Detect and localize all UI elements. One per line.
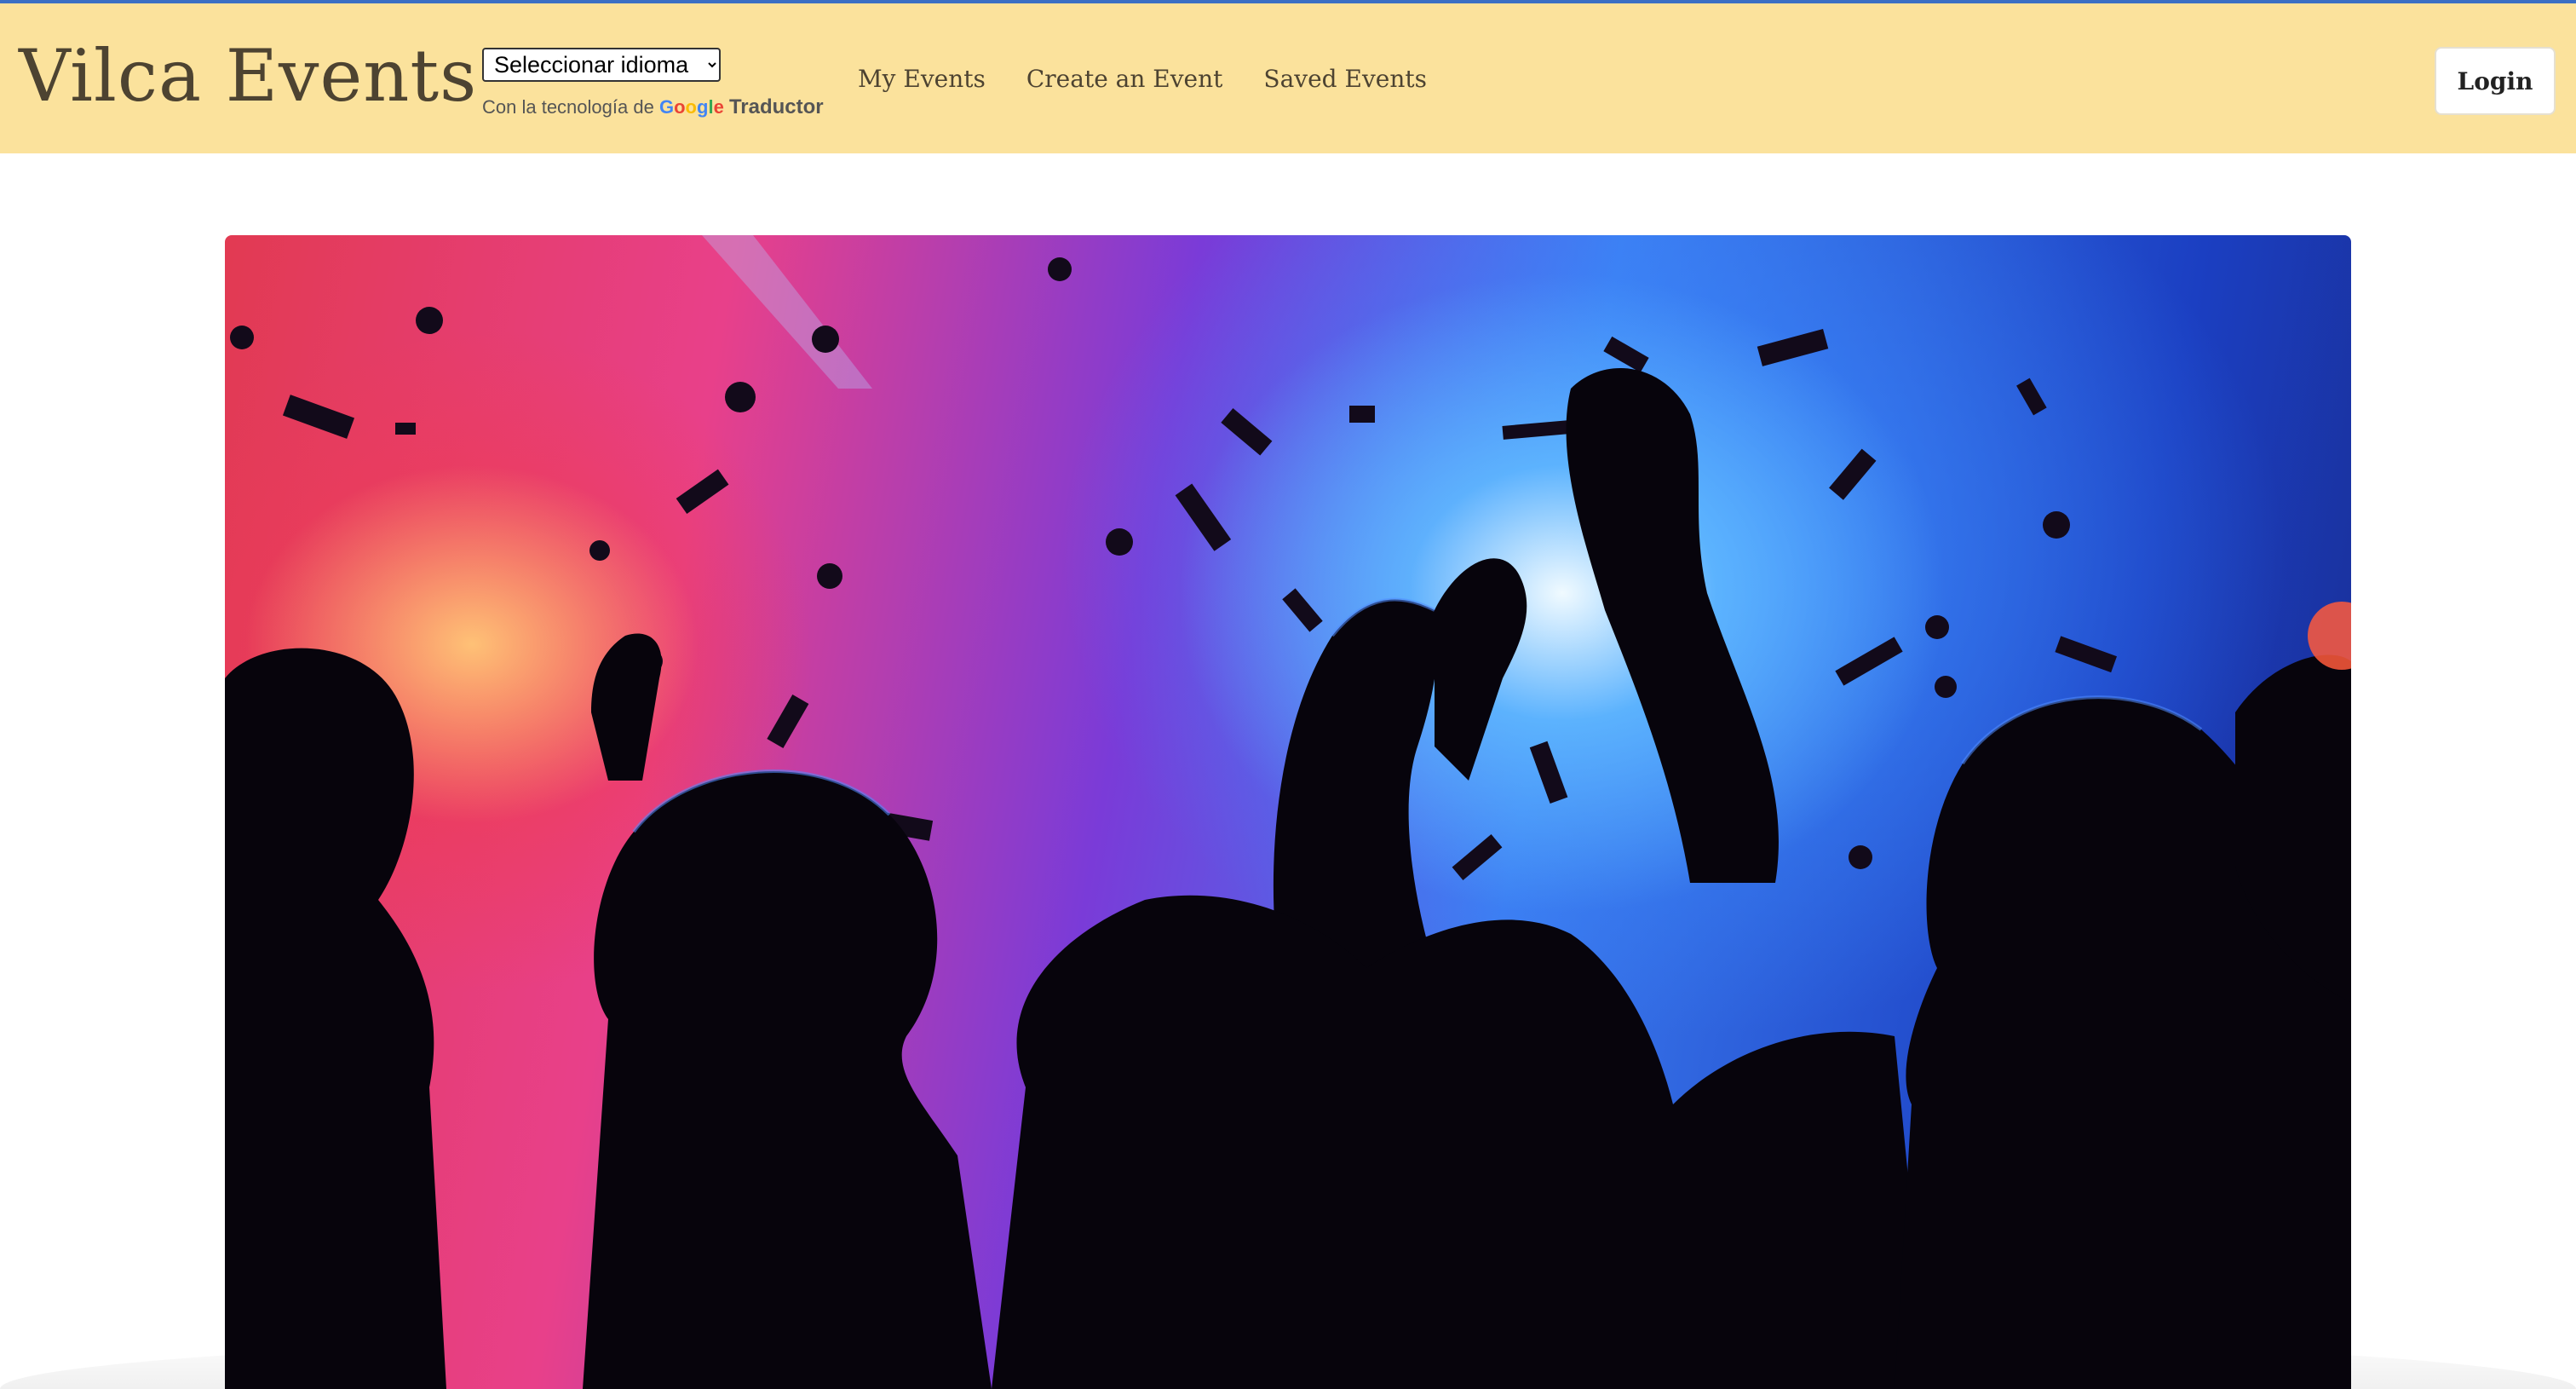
- google-translate-widget: Seleccionar idioma Con la tecnología de …: [482, 48, 840, 119]
- google-logo-icon[interactable]: Google: [659, 96, 724, 118]
- powered-prefix: Con la tecnología de: [482, 96, 654, 118]
- hero-image: [225, 235, 2351, 1389]
- nav-link-my-events[interactable]: My Events: [858, 65, 986, 93]
- brand-logo[interactable]: Vilca Events: [19, 34, 477, 118]
- main-nav: My Events Create an Event Saved Events: [858, 65, 1427, 93]
- powered-by-google-translate: Con la tecnología de Google Traductor: [482, 95, 840, 119]
- nav-link-create-event[interactable]: Create an Event: [1026, 65, 1223, 93]
- login-button[interactable]: Login: [2435, 47, 2556, 115]
- nav-link-saved-events[interactable]: Saved Events: [1263, 65, 1427, 93]
- powered-suffix[interactable]: Traductor: [729, 95, 824, 118]
- navbar: Vilca Events Seleccionar idioma Con la t…: [0, 3, 2576, 153]
- language-select[interactable]: Seleccionar idioma: [482, 48, 721, 82]
- confetti-pieces: [230, 257, 2118, 880]
- crowd-silhouettes: [225, 368, 2351, 1389]
- party-crowd-illustration: [225, 235, 2351, 1389]
